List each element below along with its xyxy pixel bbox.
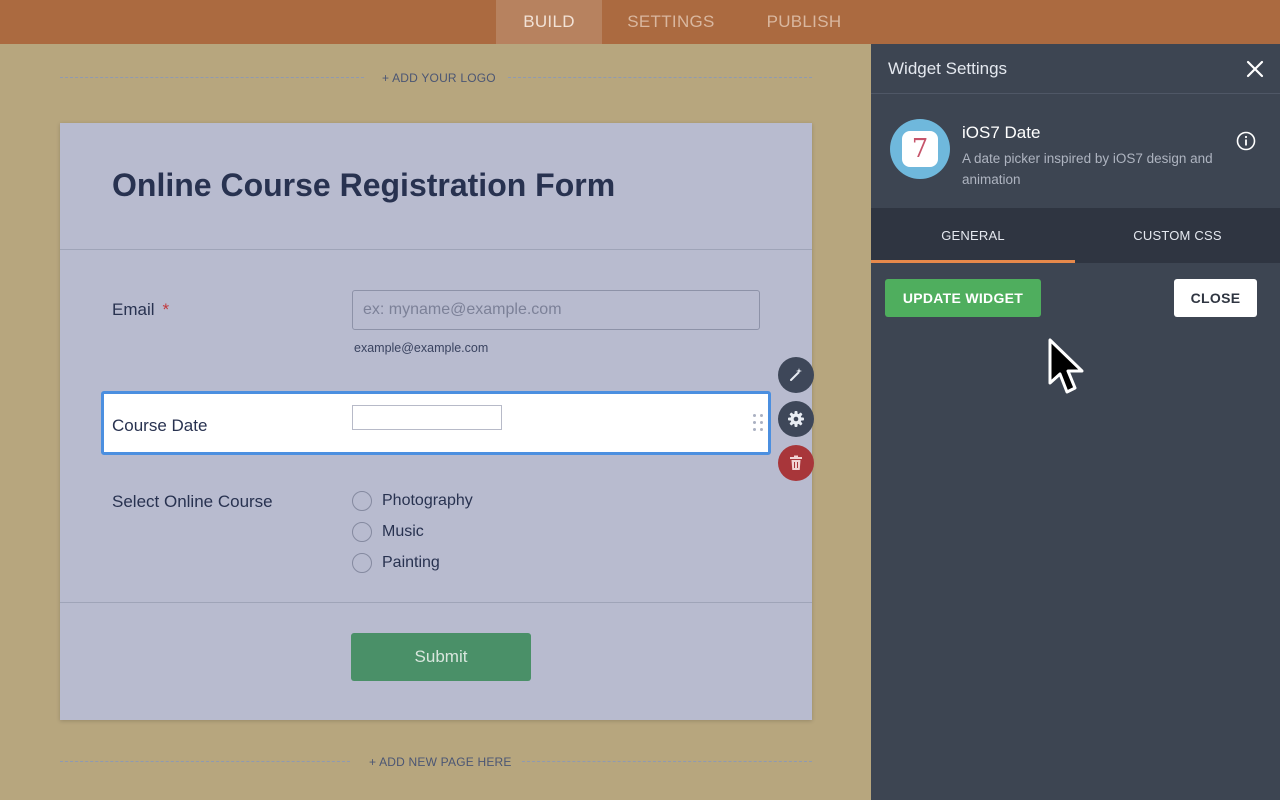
widget-description: A date picker inspired by iOS7 design an… <box>962 151 1213 187</box>
trash-icon <box>790 455 802 470</box>
course-date-input[interactable] <box>352 405 502 430</box>
panel-tabs: GENERAL CUSTOM CSS <box>871 208 1280 263</box>
tab-build[interactable]: BUILD <box>496 0 602 44</box>
required-mark: * <box>162 300 170 319</box>
wand-button[interactable] <box>778 357 814 393</box>
select-course-label: Select Online Course <box>112 492 273 511</box>
radio-option[interactable]: Painting <box>352 552 440 574</box>
radio-option[interactable]: Music <box>352 521 424 543</box>
info-icon[interactable] <box>1236 131 1256 151</box>
widget-settings-panel: Widget Settings 7 iOS7 Date A date picke… <box>871 44 1280 800</box>
field-settings-button[interactable] <box>778 401 814 437</box>
submit-button[interactable]: Submit <box>351 633 531 681</box>
mouse-cursor-icon <box>1048 338 1084 394</box>
radio-label: Music <box>382 523 424 540</box>
delete-field-button[interactable] <box>778 445 814 481</box>
widget-info: 7 iOS7 Date A date picker inspired by iO… <box>871 95 1280 208</box>
divider <box>60 761 350 762</box>
email-label-text: Email <box>112 300 155 319</box>
course-date-label: Course Date <box>112 416 208 435</box>
close-icon[interactable] <box>1245 59 1265 79</box>
tab-custom-css[interactable]: CUSTOM CSS <box>1075 208 1280 263</box>
panel-header: Widget Settings <box>871 44 1280 94</box>
divider <box>60 77 364 78</box>
close-button[interactable]: CLOSE <box>1174 279 1257 317</box>
radio-label: Photography <box>382 492 473 509</box>
update-widget-button[interactable]: UPDATE WIDGET <box>885 279 1041 317</box>
radio-button[interactable] <box>352 522 372 542</box>
form-card: Online Course Registration Form Email * e… <box>60 123 812 720</box>
ios7-calendar-icon: 7 <box>890 119 950 179</box>
add-logo-link[interactable]: + ADD YOUR LOGO <box>382 71 496 85</box>
tab-settings[interactable]: SETTINGS <box>616 0 726 44</box>
form-title[interactable]: Online Course Registration Form <box>112 167 615 204</box>
panel-title: Widget Settings <box>888 59 1008 78</box>
divider <box>522 761 812 762</box>
tab-general[interactable]: GENERAL <box>871 208 1075 263</box>
divider <box>60 249 812 250</box>
add-page-link[interactable]: + ADD NEW PAGE HERE <box>369 755 512 769</box>
divider <box>60 602 812 603</box>
radio-button[interactable] <box>352 553 372 573</box>
radio-button[interactable] <box>352 491 372 511</box>
widget-icon-glyph: 7 <box>911 134 929 164</box>
divider <box>508 77 812 78</box>
email-input[interactable]: ex: myname@example.com <box>352 290 760 330</box>
gear-icon <box>788 411 804 427</box>
magic-wand-icon <box>790 368 802 381</box>
email-sublabel: example@example.com <box>354 341 489 355</box>
email-label: Email * <box>112 300 169 320</box>
course-date-field[interactable]: Course Date <box>101 391 771 455</box>
tab-publish[interactable]: PUBLISH <box>754 0 854 44</box>
top-nav-bar: BUILD SETTINGS PUBLISH <box>0 0 1280 44</box>
widget-name: iOS7 Date <box>962 123 1041 142</box>
drag-handle-icon[interactable] <box>753 414 765 434</box>
radio-label: Painting <box>382 554 440 571</box>
radio-option[interactable]: Photography <box>352 490 473 512</box>
